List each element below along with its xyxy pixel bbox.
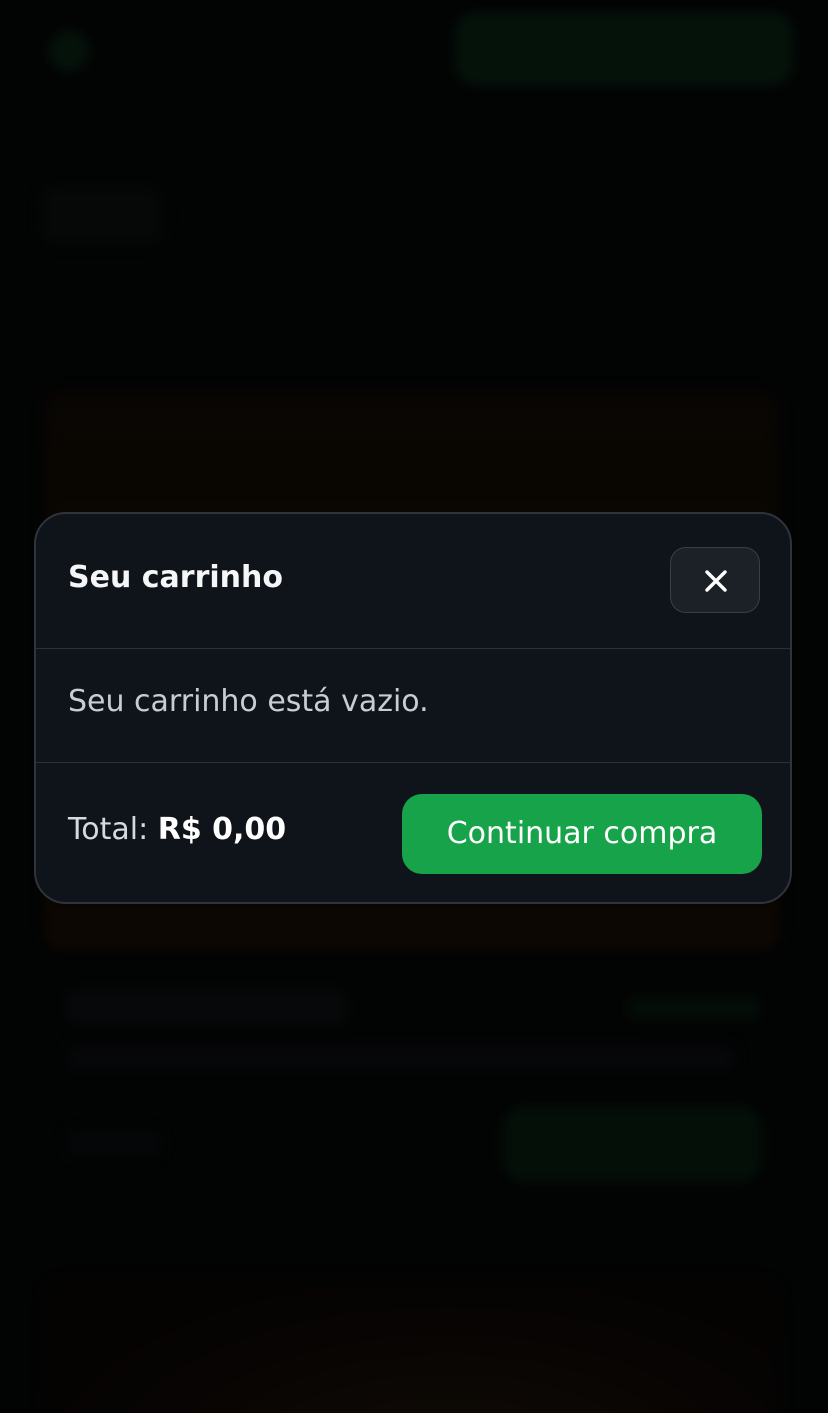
- cart-modal: Seu carrinho Seu carrinho está vazio. To…: [34, 512, 792, 904]
- total-label: Total:: [68, 812, 149, 847]
- close-button[interactable]: [670, 547, 760, 613]
- modal-header: Seu carrinho: [36, 514, 790, 649]
- cart-total: Total: R$ 0,00: [68, 812, 286, 847]
- close-icon: [705, 570, 727, 592]
- modal-footer: Total: R$ 0,00 Continuar compra: [36, 762, 790, 902]
- modal-title: Seu carrinho: [68, 560, 283, 595]
- total-value: R$ 0,00: [157, 812, 287, 847]
- continue-shopping-button[interactable]: Continuar compra: [402, 794, 762, 874]
- empty-cart-message: Seu carrinho está vazio.: [68, 684, 429, 719]
- modal-body: Seu carrinho está vazio.: [36, 648, 790, 763]
- page: Seu carrinho Seu carrinho está vazio. To…: [0, 0, 828, 1413]
